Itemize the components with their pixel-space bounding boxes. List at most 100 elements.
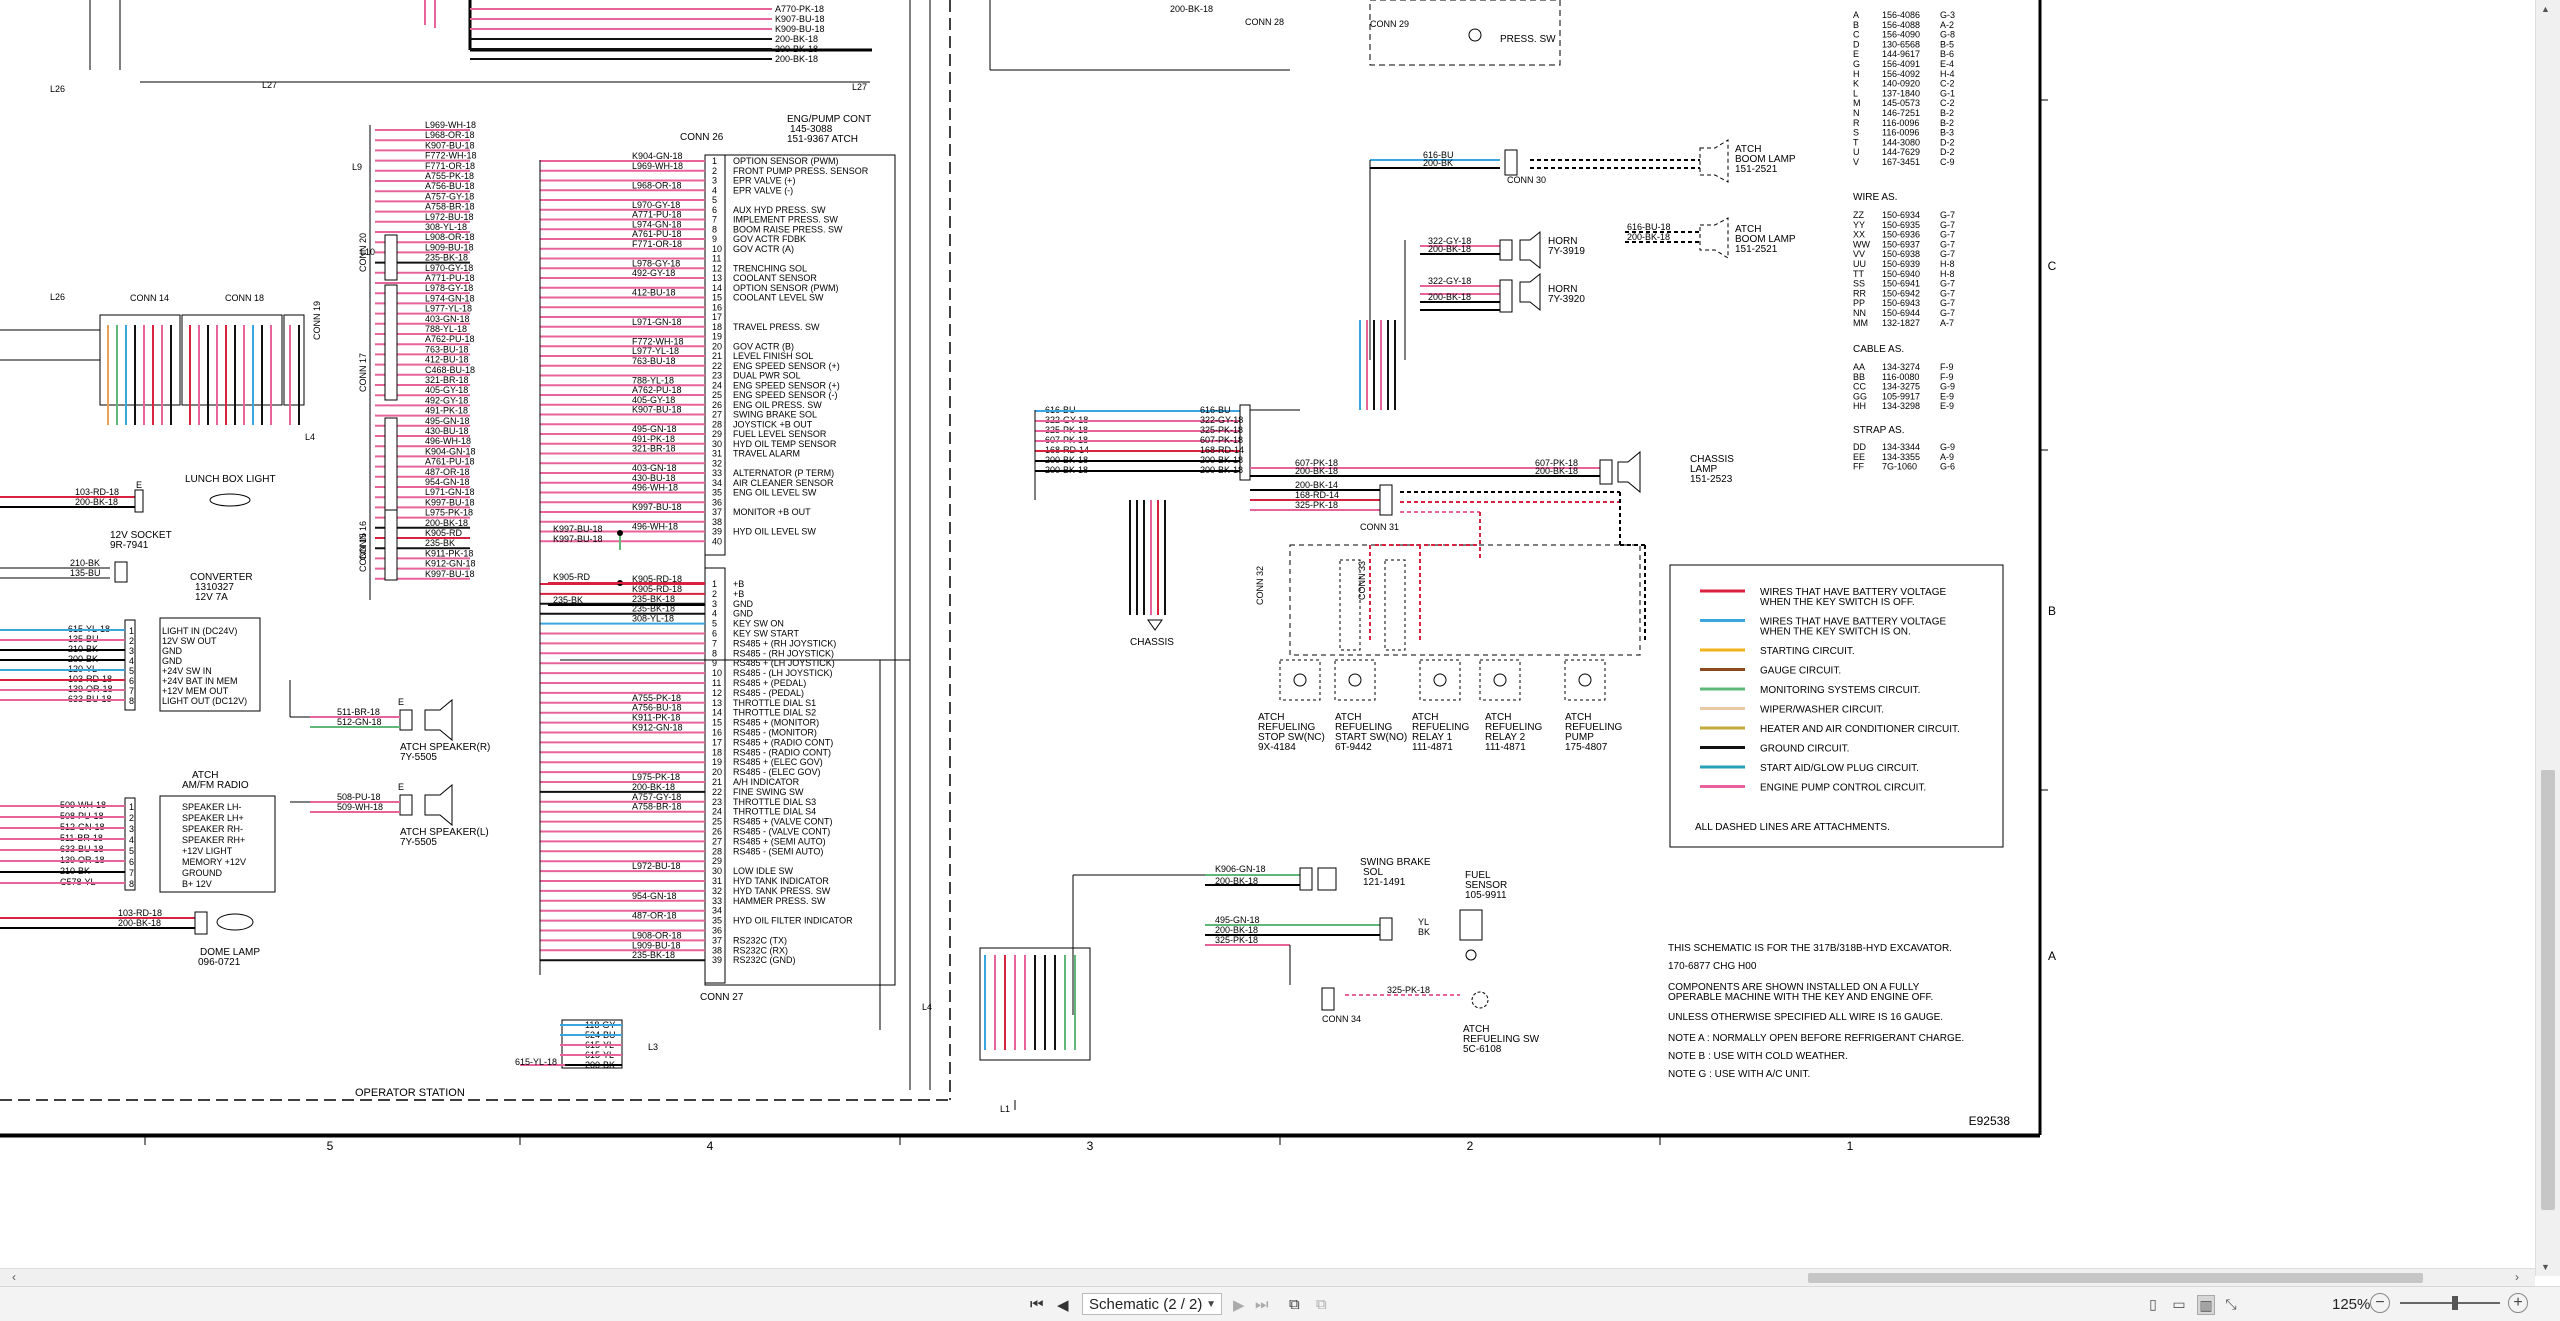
ecm-pin-number: 2 [712, 589, 717, 599]
wire-ref-label: L27 [852, 82, 867, 92]
conn33-box [1384, 559, 1406, 651]
ecm-pin-wire-label: L972-BU-18 [632, 861, 681, 871]
scroll-right-arrow-icon[interactable]: › [2515, 1270, 2519, 1284]
horizontal-scroll-thumb[interactable] [1808, 1273, 2423, 1283]
scroll-up-arrow-icon[interactable]: ▲ [2541, 4, 2550, 14]
ecm-pin-function: EPR VALVE (+) [733, 176, 795, 186]
ecm-pin-number: 1 [712, 579, 717, 589]
page-select[interactable]: Schematic (2 / 2) ▼ [1082, 1293, 1222, 1315]
ecm-pin-function: ENG SPEED SENSOR (-) [733, 390, 838, 400]
radio-pin-function: SPEAKER LH- [182, 802, 242, 812]
viewer-status-bar: ⏮ ◀ Schematic (2 / 2) ▼ ▶ ⏭ ⧉ ⧉ ▯ ▭ ▥ ⤡ … [0, 1286, 2560, 1321]
location-grid: B-2 [1940, 108, 1954, 118]
ecm-pin-function: ALTERNATOR (P TERM) [733, 468, 834, 478]
scroll-down-arrow-icon[interactable]: ▼ [2541, 1262, 2550, 1272]
ecm-pin-function: RS485 - (SEMI AUTO) [733, 846, 823, 856]
refuel-switch-icon [1471, 991, 1489, 1009]
wire-as-grid: H-8 [1940, 259, 1955, 269]
wire-label: K905-RD [553, 572, 591, 582]
ecm-pin-wire-label: 321-BR-18 [632, 444, 676, 454]
rotate-view-icon[interactable]: ⧉ [1289, 1296, 1300, 1313]
copy-view-icon[interactable]: ⧉ [1316, 1296, 1327, 1313]
legend-footer: ALL DASHED LINES ARE ATTACHMENTS. [1695, 822, 1890, 833]
ecm-pin-function: RS485 + (PEDAL) [733, 678, 806, 688]
ecm-pin-number: 18 [712, 322, 722, 332]
fit-view-icon[interactable]: ⤡ [2223, 1295, 2239, 1313]
wire-label: 509-WH-18 [337, 802, 383, 812]
boom-lamp-icon [1699, 139, 1729, 183]
lunch-box-lamp-icon [209, 493, 251, 507]
harness-connector [384, 284, 398, 401]
scroll-left-arrow-icon[interactable]: ‹ [12, 1270, 16, 1284]
harness-wire-label: K905-RD [425, 528, 463, 538]
ecm-pin-function: RS485 - (ELEC GOV) [733, 767, 821, 777]
zoom-slider-thumb[interactable] [2452, 1296, 2458, 1310]
cable-as-title: CABLE AS. [1853, 344, 1904, 355]
ecm-pin-function: FUEL LEVEL SENSOR [733, 429, 827, 439]
splice-dot [617, 530, 623, 536]
wire-as-title: WIRE AS. [1853, 192, 1897, 203]
ecm-pin-function: HYD OIL TEMP SENSOR [733, 439, 837, 449]
wire-label: 200-BK-18 [1215, 925, 1258, 935]
top-wire-label: K907-BU-18 [775, 14, 825, 24]
ecm-pin-number: 3 [712, 176, 717, 186]
legend-item-text: WHEN THE KEY SWITCH IS OFF. [1760, 597, 1915, 608]
two-page-view-icon[interactable]: ▥ [2197, 1295, 2215, 1315]
zoom-out-icon[interactable]: − [2370, 1293, 2390, 1313]
ecm-pin-function: ENG OIL LEVEL SW [733, 488, 817, 498]
next-page-icon[interactable]: ▶ [1233, 1296, 1245, 1314]
horn-part: 7Y-3920 [1548, 294, 1585, 305]
schematic-note: THIS SCHEMATIC IS FOR THE 317B/318B-HYD … [1668, 943, 1952, 954]
first-page-icon[interactable]: ⏮ [1030, 1296, 1044, 1313]
ecm-pin-wire-label: 403-GN-18 [632, 463, 677, 473]
ecm-pin-number: 24 [712, 807, 722, 817]
connector-label: CONN 17 [358, 353, 368, 392]
ecm-pin-number: 12 [712, 263, 722, 273]
wire-as-grid: G-7 [1940, 239, 1955, 249]
horizontal-scrollbar[interactable]: ‹ › [0, 1268, 2535, 1287]
continuous-view-icon[interactable]: ▭ [2171, 1295, 2187, 1313]
ecm-pin-wire-label: 200-BK-18 [632, 782, 675, 792]
harness-wire-label: L968-OR-18 [425, 130, 475, 140]
speaker-l-connector [399, 794, 413, 816]
ecm-pin-number: 17 [712, 312, 722, 322]
cable-as-grid: F-9 [1940, 372, 1954, 382]
zoom-slider-track[interactable] [2400, 1302, 2500, 1304]
previous-page-icon[interactable]: ◀ [1057, 1296, 1069, 1314]
vertical-scroll-thumb[interactable] [2541, 770, 2555, 1210]
location-grid: G-1 [1940, 88, 1955, 98]
single-page-view-icon[interactable]: ▯ [2145, 1295, 2161, 1313]
ecm-pin-function: COOLANT SENSOR [733, 273, 817, 283]
zoom-in-icon[interactable]: + [2508, 1293, 2528, 1313]
speaker-r-icon [424, 698, 453, 742]
top-wire-label: 200-BK-18 [775, 44, 818, 54]
vertical-scrollbar[interactable]: ▲ ▼ [2535, 0, 2560, 1276]
chassis-lamp-connector [1599, 459, 1613, 485]
radio-pin-number: 4 [129, 835, 134, 845]
ecm-pin-wire-label: 405-GY-18 [632, 395, 675, 405]
wire-as-grid: A-7 [1940, 318, 1954, 328]
ecm-pin-function: A/H INDICATOR [733, 777, 800, 787]
refuel-relay-2-icon [1479, 659, 1521, 701]
ecm-pin-function: RS485 + (RH JOYSTICK) [733, 638, 836, 648]
wire-as-part: 150-6942 [1882, 288, 1920, 298]
speaker-r-part: 7Y-5505 [400, 752, 437, 763]
horn-part: 7Y-3919 [1548, 246, 1585, 257]
ecm-pin-function: COOLANT LEVEL SW [733, 293, 824, 303]
last-page-icon[interactable]: ⏭ [1255, 1296, 1269, 1313]
harness-wire-label: K997-BU-18 [425, 569, 475, 579]
zoom-level: 125% [2332, 1296, 2371, 1313]
speaker-l-icon [424, 783, 453, 827]
radio-pin-number: 3 [129, 824, 134, 834]
ecm-pin-wire-label: 954-GN-18 [632, 891, 677, 901]
chassis-wire-label: 616-BU [1200, 405, 1231, 415]
wire-as-grid: G-7 [1940, 220, 1955, 230]
harness-wire-label: A762-PU-18 [425, 334, 475, 344]
harness-wire-label: A758-BR-18 [425, 202, 475, 212]
wire-ref-label: L4 [305, 432, 315, 442]
ecm-pin-function: RS232C (TX) [733, 935, 787, 945]
schematic-canvas[interactable]: OPERATOR STATION 5 4 3 2 1 C B A E92538 A770-PK-18… [0, 0, 2535, 1256]
location-code: B [1853, 20, 1859, 30]
dome-lamp-icon [216, 913, 254, 931]
ecm-pin-function: RS485 - (RH JOYSTICK) [733, 648, 834, 658]
